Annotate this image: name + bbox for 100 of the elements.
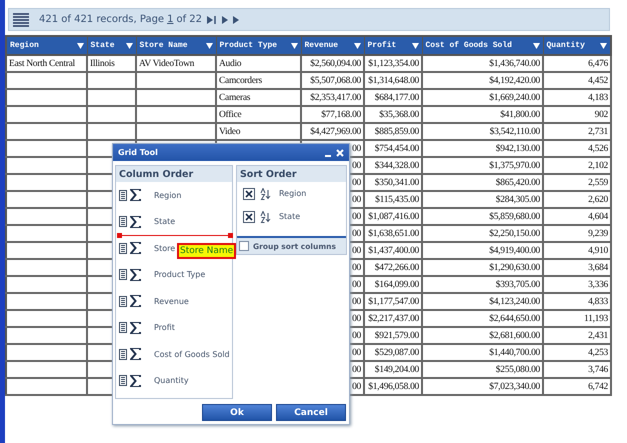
table-cell: 6,742 bbox=[543, 378, 611, 395]
sigma-icon[interactable] bbox=[130, 348, 141, 360]
table-cell: $149,204.00 bbox=[364, 361, 422, 378]
table-cell: $2,353,417.00 bbox=[301, 89, 364, 106]
column-item[interactable]: Region bbox=[116, 182, 232, 208]
column-header[interactable]: Store Name bbox=[136, 36, 216, 55]
column-header[interactable]: Quantity bbox=[543, 36, 611, 55]
next-page-icon[interactable] bbox=[222, 16, 228, 24]
column-item[interactable]: Quantity bbox=[116, 368, 232, 394]
last-page-icon[interactable] bbox=[207, 16, 217, 24]
table-cell: $865,420.00 bbox=[422, 174, 543, 191]
table-cell: 6,476 bbox=[543, 55, 611, 72]
dropdown-arrow-icon[interactable] bbox=[206, 42, 212, 48]
dropdown-arrow-icon[interactable] bbox=[290, 42, 298, 48]
dropdown-arrow-icon[interactable] bbox=[126, 42, 132, 48]
list-icon bbox=[119, 242, 127, 254]
column-header[interactable]: State bbox=[87, 36, 136, 55]
grid-menu-icon[interactable] bbox=[13, 12, 29, 26]
table-cell: $2,217,437.00 bbox=[364, 310, 422, 327]
table-cell: Video bbox=[216, 123, 301, 140]
column-item[interactable]: State bbox=[116, 208, 232, 235]
table-cell: $1,177,547.00 bbox=[364, 293, 422, 310]
table-cell: $7,023,340.00 bbox=[422, 378, 543, 395]
checkbox[interactable] bbox=[242, 210, 255, 222]
column-item[interactable]: Product Type bbox=[116, 262, 232, 288]
table-cell: Illinois bbox=[87, 55, 136, 72]
table-cell: $284,305.00 bbox=[422, 191, 543, 208]
table-cell: $1,375,970.00 bbox=[422, 157, 543, 174]
sigma-icon[interactable] bbox=[130, 242, 141, 254]
list-icon bbox=[119, 296, 127, 307]
sort-ascending-icon[interactable] bbox=[260, 188, 271, 200]
close-icon[interactable] bbox=[336, 148, 344, 156]
column-header[interactable]: Product Type bbox=[216, 36, 301, 55]
table-cell: 3,684 bbox=[543, 259, 611, 276]
dropdown-arrow-icon[interactable] bbox=[354, 42, 360, 48]
table-cell: $684,177.00 bbox=[364, 89, 422, 106]
dialog-button[interactable]: Cancel bbox=[276, 404, 346, 421]
panel-title: Sort Order bbox=[236, 166, 346, 182]
dropdown-arrow-icon[interactable] bbox=[76, 42, 84, 48]
table-cell: 11,193 bbox=[543, 310, 611, 327]
table-cell: $754,454.00 bbox=[364, 140, 422, 157]
dropdown-arrow-icon[interactable] bbox=[600, 42, 607, 48]
column-header[interactable]: Region bbox=[6, 36, 87, 55]
table-cell: 2,559 bbox=[543, 174, 611, 191]
dropdown-arrow-icon[interactable] bbox=[412, 42, 418, 48]
table-cell: $5,859,680.00 bbox=[422, 208, 543, 225]
table-cell: $350,341.00 bbox=[364, 174, 422, 191]
table-cell: 3,336 bbox=[543, 276, 611, 293]
column-item[interactable]: Cost of Goods Sold bbox=[116, 341, 232, 368]
table-cell: 4,604 bbox=[543, 208, 611, 225]
table-cell: Cameras bbox=[216, 89, 301, 106]
column-header[interactable]: Profit bbox=[364, 36, 422, 55]
table-cell bbox=[87, 106, 136, 123]
dropdown-arrow-icon[interactable] bbox=[532, 42, 540, 48]
table-cell: $529,087.00 bbox=[364, 344, 422, 361]
column-item[interactable]: Profit bbox=[116, 314, 232, 341]
table-cell: $472,266.00 bbox=[364, 259, 422, 276]
table-cell: Office bbox=[216, 106, 301, 123]
table-cell: $35,368.00 bbox=[364, 106, 422, 123]
checkbox[interactable] bbox=[238, 241, 249, 251]
table-cell: 4,833 bbox=[543, 293, 611, 310]
page-count: of 22 bbox=[176, 14, 202, 25]
table-cell: 2,620 bbox=[543, 191, 611, 208]
table-cell: $921,579.00 bbox=[364, 327, 422, 344]
list-icon bbox=[119, 216, 127, 228]
dialog-title: Grid Tool bbox=[118, 148, 158, 157]
checkbox[interactable] bbox=[242, 188, 255, 200]
sigma-icon[interactable] bbox=[130, 295, 141, 308]
table-cell: $1,314,648.00 bbox=[364, 72, 422, 89]
page-link[interactable]: 1 bbox=[167, 14, 174, 25]
column-header[interactable]: Cost of Goods Sold bbox=[422, 36, 543, 55]
table-cell: $1,496,058.00 bbox=[364, 378, 422, 395]
table-cell: $4,123,240.00 bbox=[422, 293, 543, 310]
sort-ascending-icon[interactable] bbox=[260, 210, 271, 222]
table-cell bbox=[87, 89, 136, 106]
table-cell: 902 bbox=[543, 106, 611, 123]
table-cell: $1,437,400.00 bbox=[364, 242, 422, 259]
table-cell: 4,526 bbox=[543, 140, 611, 157]
table-cell: AV VideoTown bbox=[136, 55, 216, 72]
sigma-icon[interactable] bbox=[130, 374, 141, 387]
sigma-icon[interactable] bbox=[130, 322, 141, 334]
play-icon[interactable] bbox=[233, 16, 239, 24]
sigma-icon[interactable] bbox=[130, 216, 141, 228]
table-cell: 2,431 bbox=[543, 327, 611, 344]
table-cell bbox=[87, 123, 136, 140]
table-cell: 3,746 bbox=[543, 361, 611, 378]
table-cell: East North Central bbox=[6, 55, 87, 72]
table-cell: 2,731 bbox=[543, 123, 611, 140]
column-item[interactable]: Revenue bbox=[116, 288, 232, 314]
list-icon bbox=[119, 348, 127, 360]
column-header[interactable]: Revenue bbox=[301, 36, 364, 55]
sigma-icon[interactable] bbox=[130, 268, 141, 281]
table-cell: $2,250,150.00 bbox=[422, 225, 543, 242]
dialog-button[interactable]: Ok bbox=[202, 404, 272, 421]
table-cell: $1,669,240.00 bbox=[422, 89, 543, 106]
sigma-icon[interactable] bbox=[130, 189, 141, 202]
table-cell: 9,239 bbox=[543, 225, 611, 242]
table-cell: $77,168.00 bbox=[301, 106, 364, 123]
table-cell: 4,183 bbox=[543, 89, 611, 106]
panel-title: Column Order bbox=[116, 166, 232, 182]
